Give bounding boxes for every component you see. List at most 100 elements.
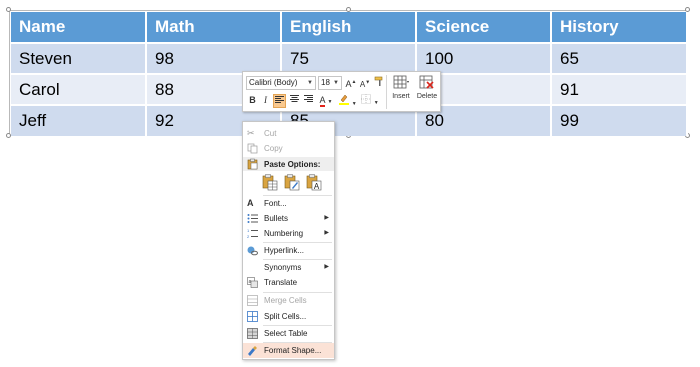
font-icon: A — [247, 198, 254, 208]
chevron-right-icon: ▶ — [324, 264, 329, 270]
paste-keep-source-icon[interactable] — [262, 173, 279, 191]
format-painter-button[interactable] — [373, 76, 385, 90]
table-cell[interactable]: 99 — [551, 104, 688, 136]
table-cell[interactable]: 75 — [281, 42, 417, 74]
table-cell[interactable]: 100 — [416, 42, 552, 74]
paste-options-group: A — [260, 173, 332, 193]
paste-options-label: Paste Options: — [264, 160, 321, 169]
font-name-dropdown[interactable]: Calibri (Body) ▼ — [246, 76, 316, 90]
svg-text:A: A — [314, 182, 320, 191]
scissors-icon: ✂ — [247, 128, 255, 138]
copy-icon — [247, 143, 258, 154]
highlight-button[interactable]: ▼ — [339, 94, 357, 108]
insert-button[interactable]: Insert — [388, 75, 414, 111]
font-color-icon: A — [319, 95, 326, 107]
chevron-down-icon: ▼ — [333, 80, 339, 86]
delete-table-icon — [419, 75, 434, 89]
header-name[interactable]: Name — [11, 12, 147, 43]
svg-text:1: 1 — [247, 228, 250, 233]
chevron-down-icon: ▼ — [373, 100, 379, 106]
context-menu: ✂ Cut Copy Paste Options: A A Font... Bu… — [242, 121, 335, 360]
align-right-icon — [303, 95, 313, 102]
font-color-button[interactable]: A ▼ — [317, 94, 335, 108]
clipboard-icon — [247, 158, 258, 170]
align-right-button[interactable] — [302, 94, 314, 108]
table-cell[interactable]: 98 — [146, 42, 282, 74]
shrink-font-button[interactable]: A▼ — [359, 76, 371, 90]
table-cell[interactable]: 91 — [551, 73, 688, 105]
menu-item-label: Translate — [264, 278, 298, 287]
highlighter-icon — [339, 94, 350, 105]
header-science[interactable]: Science — [416, 12, 552, 43]
insert-table-icon — [393, 75, 409, 89]
header-history[interactable]: History — [551, 12, 688, 43]
mini-toolbar: Calibri (Body) ▼ 18 ▼ A▲ A▼ B I A ▼ ▼ ▼ … — [242, 71, 441, 112]
italic-button[interactable]: I — [260, 94, 271, 108]
menu-item-cut[interactable]: ✂ Cut — [243, 126, 334, 141]
chevron-right-icon: ▶ — [324, 215, 329, 221]
select-table-icon — [247, 328, 258, 339]
paste-merge-format-icon[interactable] — [284, 173, 301, 191]
format-shape-icon — [248, 346, 257, 356]
chevron-down-icon: ▼ — [307, 80, 313, 86]
menu-item-hyperlink[interactable]: Hyperlink... — [243, 243, 334, 258]
shrink-font-icon: A▼ — [359, 79, 371, 89]
menu-item-synonyms[interactable]: Synonyms ▶ — [243, 260, 334, 275]
delete-label: Delete — [416, 93, 438, 100]
menu-item-bullets[interactable]: Bullets ▶ — [243, 211, 334, 226]
bullets-icon — [247, 214, 258, 223]
bold-icon: B — [249, 95, 256, 105]
insert-label: Insert — [392, 93, 410, 100]
menu-item-label: Select Table — [264, 329, 308, 338]
menu-item-numbering[interactable]: 1 2 Numbering ▶ — [243, 226, 334, 241]
menu-item-font[interactable]: A Font... — [243, 196, 334, 211]
menu-item-select-table[interactable]: Select Table — [243, 326, 334, 341]
toolbar-separator — [386, 75, 387, 109]
numbering-icon: 1 2 — [247, 228, 258, 239]
menu-item-label: Bullets — [264, 214, 289, 223]
menu-item-split-cells[interactable]: Split Cells... — [243, 309, 334, 324]
menu-item-translate[interactable]: a Translate — [243, 275, 334, 290]
menu-item-label: Cut — [264, 129, 277, 138]
menu-item-format-shape[interactable]: Format Shape... — [243, 343, 334, 358]
split-cells-icon — [247, 311, 258, 322]
menu-item-label: Format Shape... — [264, 346, 322, 355]
italic-icon: I — [264, 95, 267, 105]
table-row: Steven 98 75 100 65 — [11, 42, 688, 74]
format-painter-icon — [374, 76, 382, 86]
borders-icon — [361, 94, 372, 104]
table-cell[interactable]: Steven — [11, 42, 147, 74]
align-center-button[interactable] — [288, 94, 300, 108]
header-math[interactable]: Math — [146, 12, 282, 43]
menu-item-label: Hyperlink... — [264, 246, 305, 255]
menu-item-label: Font... — [264, 199, 287, 208]
translate-icon: a — [247, 277, 258, 288]
menu-item-label: Copy — [264, 144, 283, 153]
header-english[interactable]: English — [281, 12, 417, 43]
table-header-row: Name Math English Science History — [11, 12, 688, 43]
borders-button[interactable]: ▼ — [361, 94, 379, 108]
menu-item-copy[interactable]: Copy — [243, 141, 334, 156]
font-name-value: Calibri (Body) — [249, 78, 298, 87]
grow-font-button[interactable]: A▲ — [345, 76, 357, 90]
chevron-right-icon: ▶ — [324, 230, 329, 236]
hyperlink-icon — [247, 246, 258, 256]
merge-cells-icon — [247, 295, 258, 306]
menu-item-label: Split Cells... — [264, 312, 307, 321]
font-size-value: 18 — [321, 78, 330, 87]
table-cell[interactable]: Jeff — [11, 104, 147, 136]
svg-text:2: 2 — [247, 234, 250, 239]
table-cell[interactable]: Carol — [11, 73, 147, 105]
table-cell[interactable]: 65 — [551, 42, 688, 74]
bold-button[interactable]: B — [247, 94, 258, 108]
menu-item-label: Numbering — [264, 229, 304, 238]
align-left-icon — [275, 96, 284, 103]
paste-text-only-icon[interactable]: A — [306, 173, 323, 191]
grow-font-icon: A▲ — [345, 79, 357, 89]
menu-item-label: Merge Cells — [264, 296, 307, 305]
menu-item-merge-cells[interactable]: Merge Cells — [243, 293, 334, 308]
delete-button[interactable]: Delete — [414, 75, 440, 111]
chevron-down-icon: ▼ — [327, 99, 333, 105]
align-left-button[interactable] — [273, 94, 286, 108]
font-size-dropdown[interactable]: 18 ▼ — [318, 76, 342, 90]
